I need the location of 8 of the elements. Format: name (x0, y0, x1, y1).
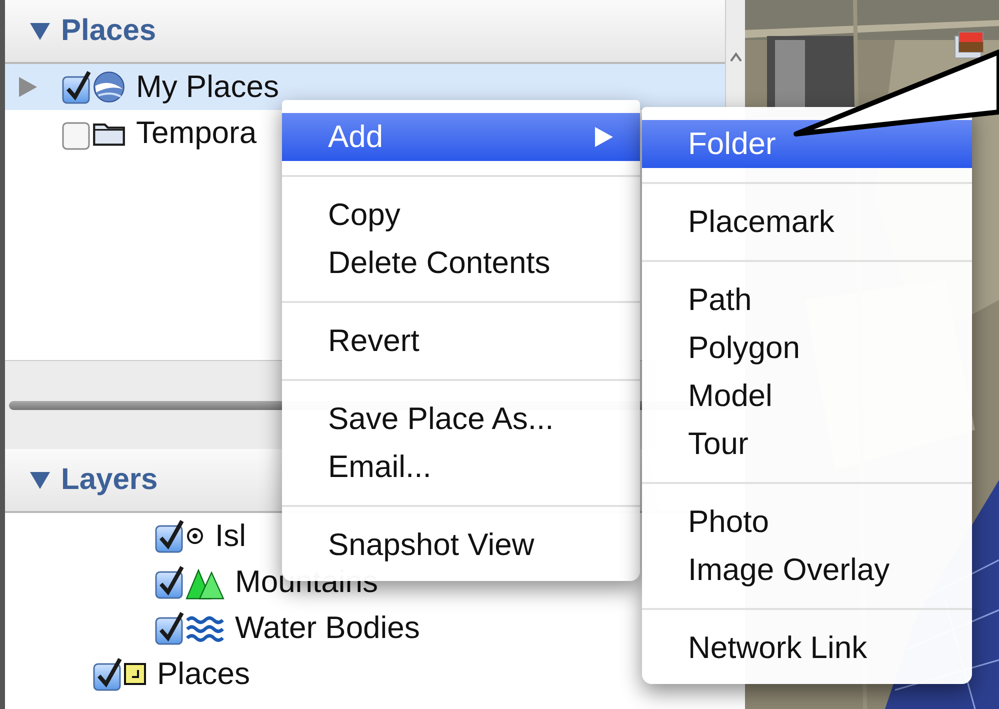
item-label: My Places (136, 69, 279, 105)
item-label: Mountains (235, 564, 378, 600)
item-label: Isl (215, 518, 246, 554)
panel-title: Layers (61, 463, 158, 497)
item-label: Places (157, 656, 250, 692)
item-label: Water Bodies (235, 610, 420, 646)
panel-title: Places (61, 14, 156, 48)
item-label: Tempora (136, 115, 257, 151)
